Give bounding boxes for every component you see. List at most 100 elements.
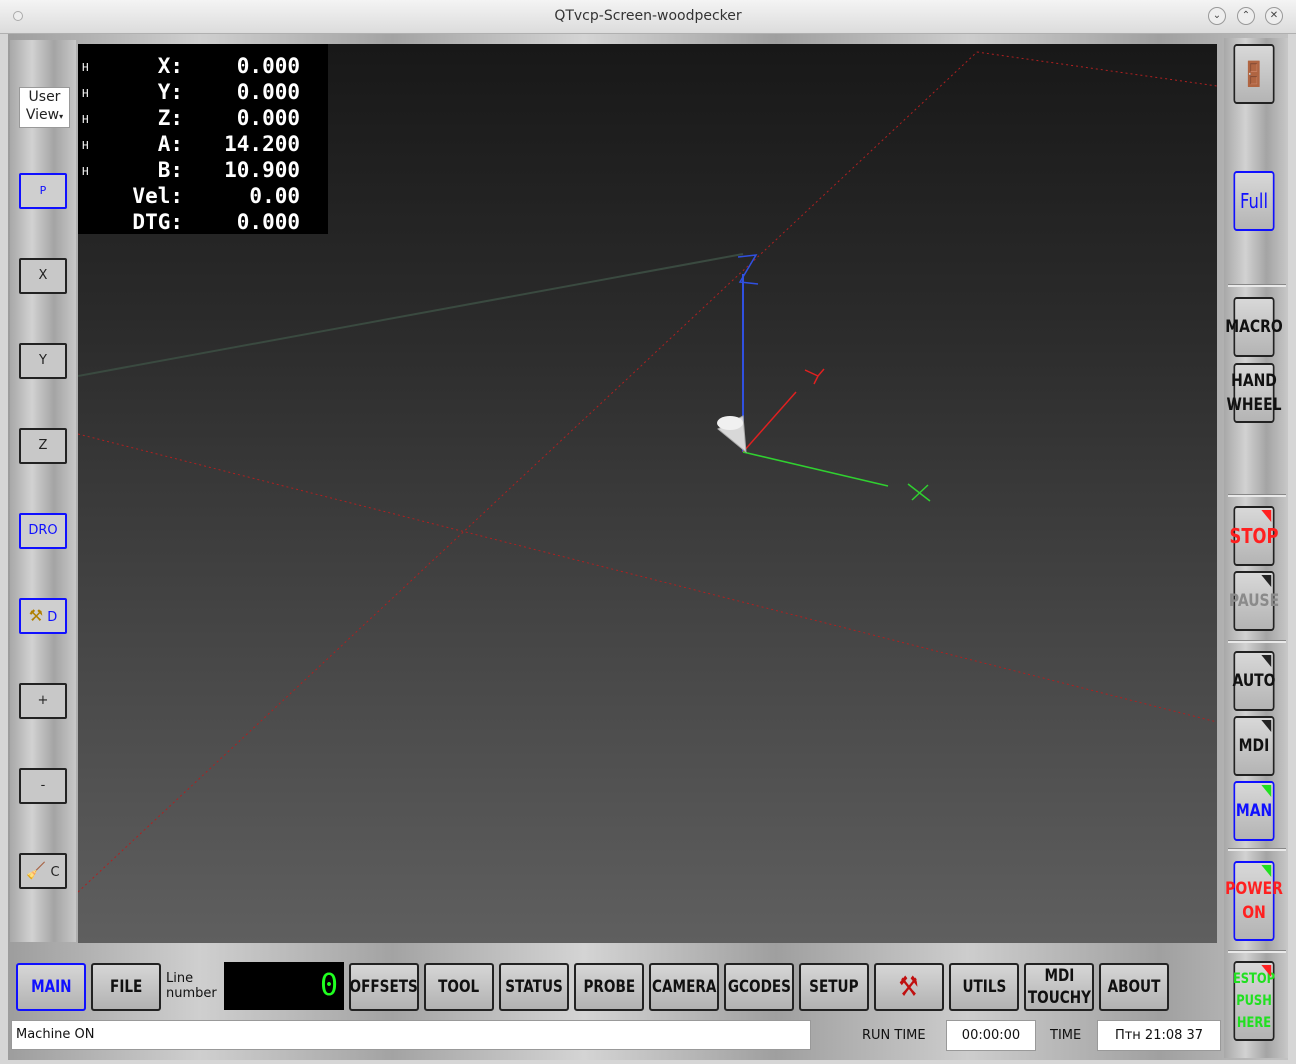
estop-label-3: HERE xyxy=(1236,1015,1272,1031)
dro-axis-label: A: xyxy=(157,132,183,156)
view-selector[interactable]: User View▾ xyxy=(19,87,70,128)
run-time-label: RUN TIME xyxy=(862,1028,926,1043)
homed-indicator: H xyxy=(82,113,89,126)
tab-main-label: MAIN xyxy=(30,977,72,997)
boundary-line xyxy=(976,51,1217,87)
tab-mdi-touchy[interactable]: MDI TOUCHY xyxy=(1024,963,1094,1011)
tab-main[interactable]: MAIN xyxy=(16,963,86,1011)
gcode-graphics-view[interactable]: H X: 0.000 H Y: 0.000 H Z: 0.000 H A: 14.200 H B: 10.9… xyxy=(78,44,1217,943)
tab-settings[interactable]: ⚒ xyxy=(874,963,944,1011)
divider xyxy=(1228,284,1286,287)
mdi-mode-button[interactable]: MDI xyxy=(1233,716,1275,776)
view-x-label: X xyxy=(38,268,48,283)
estop-button[interactable]: ESTOP PUSH HERE xyxy=(1233,961,1275,1041)
limit-line xyxy=(78,253,744,377)
handwheel-button[interactable]: HAND WHEEL xyxy=(1227,363,1281,423)
exit-button[interactable]: 🚪 xyxy=(1233,44,1275,104)
power-button[interactable]: POWER ON xyxy=(1225,861,1283,941)
view-p-button[interactable]: P xyxy=(19,173,67,209)
handwheel-label-1: HAND xyxy=(1231,371,1277,391)
tab-tool-label: TOOL xyxy=(438,977,480,997)
view-y-button[interactable]: Y xyxy=(19,343,67,379)
stop-button[interactable]: STOP xyxy=(1230,506,1278,566)
line-number-display: 0 xyxy=(224,962,344,1010)
tab-camera-label: CAMERA xyxy=(651,977,717,997)
zoom-out-label: - xyxy=(40,778,46,793)
divider xyxy=(1228,950,1286,953)
tab-offsets-label: OFFSETS xyxy=(349,977,419,997)
macro-button[interactable]: MACRO xyxy=(1225,297,1283,357)
auto-label: AUTO xyxy=(1232,671,1276,691)
view-x-button[interactable]: X xyxy=(19,258,67,294)
time-label: TIME xyxy=(1050,1028,1082,1043)
view-y-label: Y xyxy=(39,353,47,368)
exit-door-icon: 🚪 xyxy=(1241,60,1267,88)
tab-probe[interactable]: PROBE xyxy=(574,963,644,1011)
tools-icon: ⚒ xyxy=(898,970,920,1003)
close-icon[interactable]: ✕ xyxy=(1265,7,1283,25)
tab-mdi-touchy-label-1: MDI xyxy=(1044,966,1074,986)
dro-axis-value: 0.00 xyxy=(249,184,300,208)
tab-utils[interactable]: UTILS xyxy=(949,963,1019,1011)
homed-indicator: H xyxy=(82,61,89,74)
dro-row: H X: 0.000 xyxy=(78,54,328,80)
dro-axis-label: B: xyxy=(157,158,183,182)
view-z-button[interactable]: Z xyxy=(19,428,67,464)
divider xyxy=(1228,848,1286,851)
tab-gcodes[interactable]: GCODES xyxy=(724,963,794,1011)
divider xyxy=(1228,494,1286,497)
tab-setup[interactable]: SETUP xyxy=(799,963,869,1011)
manual-mode-button[interactable]: MAN xyxy=(1233,781,1275,841)
broom-icon: 🧹 xyxy=(26,861,47,880)
status-message: Machine ON xyxy=(11,1020,811,1050)
dro-row: H Z: 0.000 xyxy=(78,106,328,132)
homed-indicator: H xyxy=(82,165,89,178)
dro-axis-value: 0.000 xyxy=(236,210,300,234)
auto-mode-button[interactable]: AUTO xyxy=(1232,651,1276,711)
dro-row: H B: 10.900 xyxy=(78,158,328,184)
pause-button[interactable]: PAUSE xyxy=(1229,571,1279,631)
homed-indicator: H xyxy=(82,87,89,100)
tab-tool[interactable]: TOOL xyxy=(424,963,494,1011)
dimensions-button[interactable]: ⚒ D xyxy=(19,598,67,634)
zoom-in-button[interactable]: + xyxy=(19,683,67,719)
dro-toggle-label: DRO xyxy=(28,523,58,538)
tab-status[interactable]: STATUS xyxy=(499,963,569,1011)
tab-offsets[interactable]: OFFSETS xyxy=(349,963,419,1011)
dro-row: H Y: 0.000 xyxy=(78,80,328,106)
clear-plot-button[interactable]: 🧹 C xyxy=(19,853,67,889)
dro-axis-label: Vel: xyxy=(132,184,183,208)
maximize-icon[interactable]: ⌃ xyxy=(1237,7,1255,25)
fullscreen-button[interactable]: Full xyxy=(1233,171,1275,231)
window-titlebar: QTvcp-Screen-woodpecker ⌄ ⌃ ✕ xyxy=(0,0,1296,34)
power-label-2: ON xyxy=(1242,903,1266,923)
tab-gcodes-label: GCODES xyxy=(727,977,791,997)
dropdown-arrow-icon: ▾ xyxy=(59,112,64,121)
tab-setup-label: SETUP xyxy=(809,977,859,997)
dro-toggle-button[interactable]: DRO xyxy=(19,513,67,549)
y-axis-line xyxy=(742,391,797,453)
dro-overlay: H X: 0.000 H Y: 0.000 H Z: 0.000 H A: 14.200 H B: 10.9… xyxy=(78,44,328,234)
tab-about-label: ABOUT xyxy=(1107,977,1161,997)
tab-file[interactable]: FILE xyxy=(91,963,161,1011)
clock-value: Птн 21:08 37 xyxy=(1097,1020,1221,1051)
dro-axis-value: 0.000 xyxy=(236,54,300,78)
tab-about[interactable]: ABOUT xyxy=(1099,963,1169,1011)
power-label-1: POWER xyxy=(1225,879,1283,899)
dro-axis-label: DTG: xyxy=(132,210,183,234)
divider xyxy=(1228,640,1286,643)
macro-label: MACRO xyxy=(1225,317,1283,337)
dro-axis-label: X: xyxy=(157,54,183,78)
tab-file-label: FILE xyxy=(109,977,143,997)
auto-indicator xyxy=(1261,655,1272,667)
manual-label: MAN xyxy=(1235,801,1273,821)
stop-label: STOP xyxy=(1229,524,1279,548)
pause-indicator xyxy=(1261,575,1272,587)
line-number-label: Line number xyxy=(166,971,217,1001)
dro-row: DTG: 0.000 xyxy=(78,210,328,236)
stop-indicator xyxy=(1261,510,1272,522)
line-number-label-1: Line xyxy=(166,971,194,986)
zoom-out-button[interactable]: - xyxy=(19,768,67,804)
tab-camera[interactable]: CAMERA xyxy=(649,963,719,1011)
minimize-icon[interactable]: ⌄ xyxy=(1208,7,1226,25)
